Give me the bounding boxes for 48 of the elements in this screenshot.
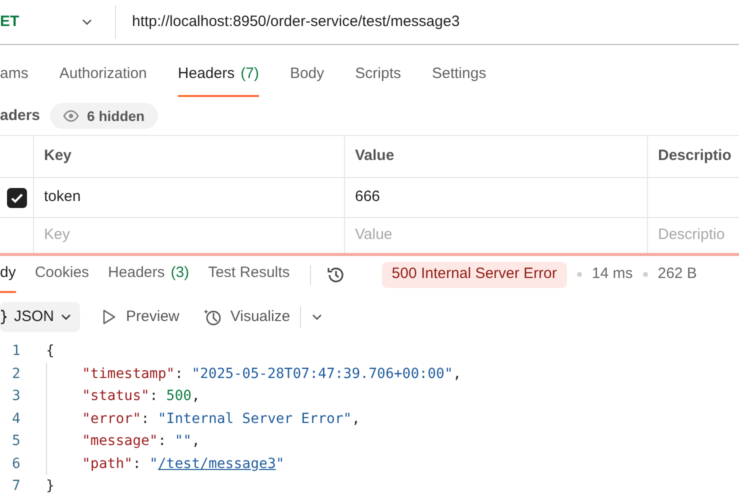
request-tab[interactable]: Headers (7) bbox=[178, 53, 259, 97]
column-header: Value bbox=[355, 146, 394, 166]
format-dropdown[interactable]: JSON bbox=[0, 302, 80, 332]
response-tab[interactable]: Test Results bbox=[208, 256, 290, 293]
line-number: 4 bbox=[11, 410, 22, 428]
code-line: "path": "/test/message3" bbox=[82, 454, 284, 474]
column-header: Descriptio bbox=[658, 146, 732, 166]
input-field[interactable]: Descriptio bbox=[658, 224, 729, 247]
line-number: 5 bbox=[11, 432, 22, 451]
line-number: 6 bbox=[11, 454, 22, 474]
response-time: 14 ms bbox=[592, 264, 633, 284]
response-tab[interactable]: dy bbox=[0, 256, 16, 293]
table-cell-text: 666 bbox=[355, 187, 380, 208]
code-line: "status": 500, bbox=[82, 387, 200, 406]
input-field[interactable]: Value bbox=[355, 224, 637, 247]
response-size: 262 B bbox=[658, 264, 697, 284]
table-cell-text: token bbox=[44, 187, 81, 208]
code-line: "error": "Internal Server Error", bbox=[82, 410, 360, 428]
input-field[interactable]: Key bbox=[44, 224, 334, 247]
column-header: Key bbox=[44, 146, 72, 166]
code-line: } bbox=[46, 477, 54, 496]
request-tab[interactable]: Authorization bbox=[59, 53, 147, 97]
request-tab[interactable]: ams bbox=[0, 53, 28, 97]
response-tab[interactable]: Cookies bbox=[34, 256, 90, 293]
request-tab[interactable]: Scripts bbox=[355, 53, 401, 97]
response-tab[interactable]: Headers (3) bbox=[108, 256, 190, 293]
visualize-icon bbox=[204, 308, 222, 326]
line-number: 2 bbox=[11, 364, 22, 384]
play-icon bbox=[102, 309, 116, 325]
code-line: "message": "", bbox=[82, 432, 200, 451]
checkbox[interactable] bbox=[6, 188, 26, 208]
method-label[interactable]: ET bbox=[0, 10, 76, 34]
preview-button[interactable]: Preview bbox=[102, 306, 180, 328]
code-line: "timestamp": "2025-05-28T07:47:39.706+00:00", bbox=[82, 364, 462, 384]
braces-icon bbox=[0, 309, 8, 325]
code-line: { bbox=[46, 342, 54, 361]
status-badge: 500 Internal Server Error bbox=[382, 262, 567, 288]
eye-icon bbox=[63, 110, 80, 122]
url-field[interactable]: http://localhost:8950/order-service/test/message3 bbox=[132, 10, 460, 34]
request-tab[interactable]: Settings bbox=[432, 53, 486, 97]
line-number: 1 bbox=[11, 342, 22, 361]
visualize-button[interactable]: Visualize bbox=[204, 306, 290, 328]
hidden-headers-toggle[interactable]: 6 hidden bbox=[50, 103, 158, 129]
line-number: 3 bbox=[11, 387, 22, 406]
section-title: aders bbox=[0, 106, 40, 126]
history-icon[interactable] bbox=[326, 264, 346, 284]
line-number: 7 bbox=[11, 477, 22, 496]
request-tab[interactable]: Body bbox=[290, 53, 324, 97]
